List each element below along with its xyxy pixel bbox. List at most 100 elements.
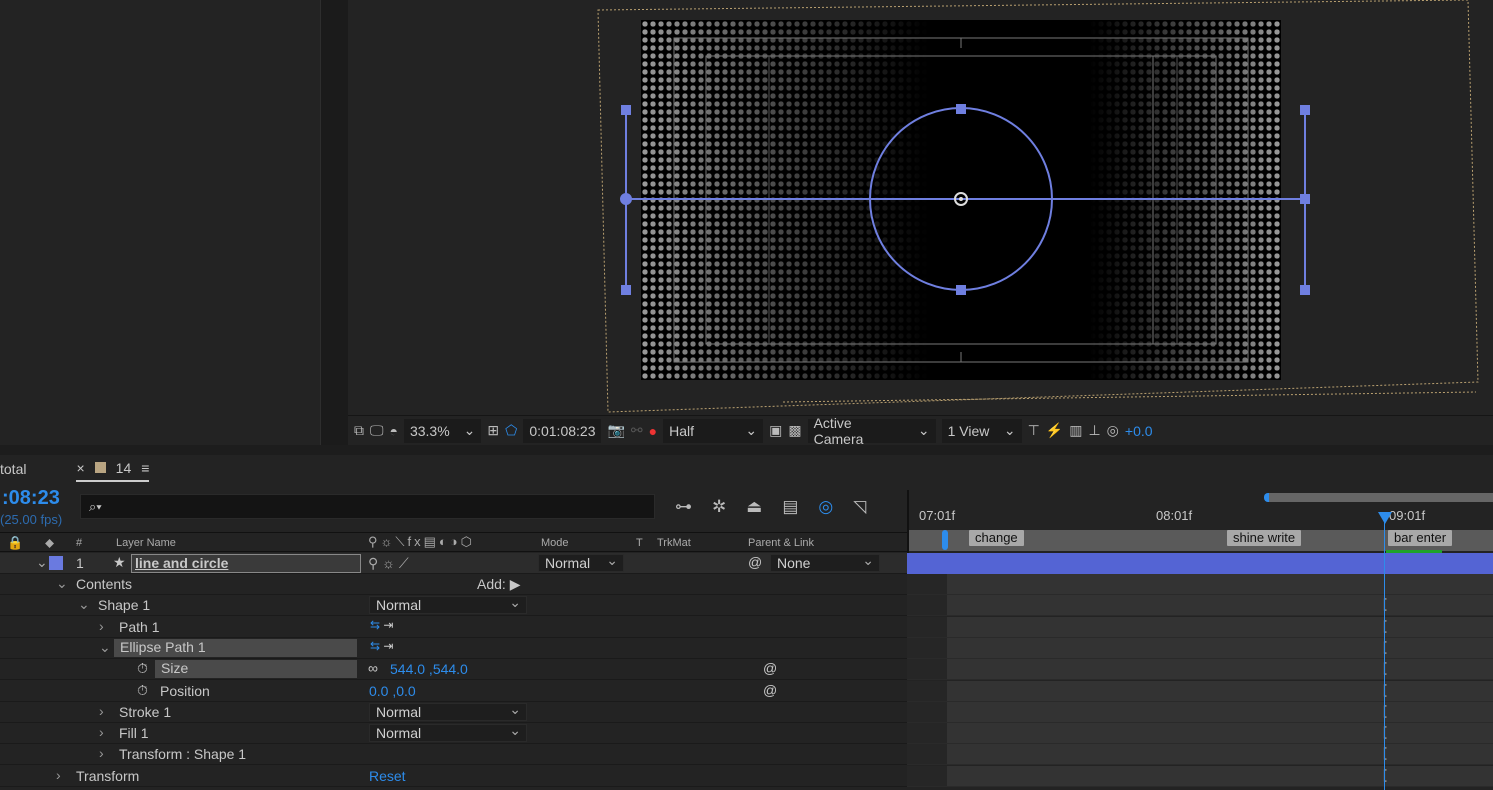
- property-value[interactable]: 544.0 ,544.0: [390, 661, 468, 677]
- property-row[interactable]: ⌄ Shape 1 Normal: [0, 594, 907, 617]
- add-button[interactable]: Add: ▶: [477, 576, 520, 593]
- lock-icon[interactable]: 🔒: [7, 535, 23, 551]
- shy-layers-icon[interactable]: ⏏: [746, 497, 762, 517]
- layer-switches[interactable]: ⚲ ☼ ⟋: [368, 555, 409, 572]
- frame-blending-icon[interactable]: ▤: [782, 497, 798, 517]
- property-row[interactable]: › Transform : Shape 1: [0, 744, 907, 766]
- blend-mode-dropdown[interactable]: Normal: [369, 722, 527, 743]
- chevron-right-icon[interactable]: ›: [99, 618, 104, 634]
- property-track[interactable]: [: [907, 637, 1493, 659]
- property-track[interactable]: [: [907, 744, 1493, 766]
- mask-icon[interactable]: ◓: [390, 423, 398, 439]
- camera-dropdown[interactable]: Active Camera ⌄: [807, 415, 936, 447]
- fast-previews-icon[interactable]: ▣: [769, 422, 782, 439]
- property-row[interactable]: › Path 1 ⇆ ⇥: [0, 616, 907, 638]
- layer-color-label[interactable]: [49, 556, 63, 570]
- column-t[interactable]: T: [636, 537, 643, 549]
- layer-name-field[interactable]: line and circle: [131, 554, 361, 573]
- checkerboard-icon[interactable]: ▩: [788, 422, 801, 439]
- blend-mode-dropdown[interactable]: Normal: [369, 701, 527, 721]
- property-track[interactable]: [: [907, 723, 1493, 745]
- property-row[interactable]: ⏱ Size ∞ 544.0 ,544.0 @: [0, 659, 907, 681]
- close-icon[interactable]: ×: [76, 460, 84, 476]
- path-direction-icons[interactable]: ⇆ ⇥: [370, 618, 393, 632]
- work-area-start[interactable]: [942, 530, 948, 550]
- layer-duration-bar[interactable]: [907, 553, 1493, 574]
- column-trkmat[interactable]: TrkMat: [657, 537, 691, 549]
- monitor-icon[interactable]: 🖵: [370, 422, 384, 439]
- flowchart-icon[interactable]: ⊥: [1088, 422, 1100, 439]
- chevron-right-icon[interactable]: ›: [99, 703, 104, 719]
- current-time[interactable]: :08:23: [2, 487, 60, 510]
- marker[interactable]: shine write: [1227, 530, 1302, 546]
- resolution-dropdown[interactable]: Half ⌄: [663, 418, 764, 443]
- chevron-right-icon[interactable]: ›: [99, 745, 104, 761]
- constrain-proportions-link-icon[interactable]: ∞: [368, 660, 378, 676]
- pick-whip-icon[interactable]: @: [763, 682, 777, 698]
- composition-viewer[interactable]: [348, 0, 1493, 415]
- property-track[interactable]: [: [907, 701, 1493, 723]
- timeline-icon[interactable]: ▥: [1069, 422, 1082, 439]
- toggle-pixel-aspect-icon[interactable]: ⊤: [1028, 422, 1040, 439]
- property-row[interactable]: › Transform Reset: [0, 765, 907, 787]
- comp-flowchart-icon[interactable]: ⊶: [675, 497, 692, 517]
- marker[interactable]: bar enter: [1388, 530, 1453, 546]
- chevron-down-icon[interactable]: ⌄: [99, 639, 111, 656]
- region-of-interest-icon[interactable]: ⊞: [487, 422, 499, 439]
- layer-mode-dropdown[interactable]: Normal: [538, 552, 624, 572]
- property-track[interactable]: [: [907, 616, 1493, 638]
- exposure-value[interactable]: +0.0: [1125, 423, 1153, 439]
- chevron-right-icon[interactable]: ›: [99, 724, 104, 740]
- pick-whip-icon[interactable]: @: [763, 660, 777, 676]
- shape-layer-handles[interactable]: [348, 0, 1493, 415]
- property-track[interactable]: [: [907, 680, 1493, 702]
- draft-3d-icon[interactable]: ✲: [712, 497, 726, 517]
- color-channels-icon[interactable]: ●: [649, 423, 657, 439]
- snapshot-layers-icon[interactable]: ⧉: [354, 422, 364, 439]
- timecode-field[interactable]: 0:01:08:23: [523, 418, 602, 443]
- column-mode[interactable]: Mode: [541, 537, 569, 549]
- views-dropdown[interactable]: 1 View ⌄: [941, 418, 1022, 443]
- panel-divider[interactable]: [320, 0, 348, 445]
- tab-14[interactable]: × 14 ≡: [76, 456, 150, 482]
- stopwatch-icon[interactable]: ⏱: [137, 660, 148, 677]
- chevron-down-icon[interactable]: ⌄: [56, 575, 68, 592]
- graph-editor-icon[interactable]: ◹: [853, 497, 866, 517]
- path-direction-icons[interactable]: ⇆ ⇥: [370, 639, 393, 653]
- chevron-right-icon[interactable]: ›: [56, 767, 61, 783]
- column-parent[interactable]: Parent & Link: [748, 537, 814, 549]
- reset-link[interactable]: Reset: [369, 768, 406, 784]
- search-input[interactable]: ⌕▾: [80, 494, 655, 519]
- fast-draft-icon[interactable]: ⚡: [1046, 422, 1063, 439]
- marker[interactable]: change: [969, 530, 1024, 546]
- expand-chevron-icon[interactable]: ⌄: [36, 554, 48, 571]
- tab-total[interactable]: total: [0, 461, 26, 477]
- zoom-dropdown[interactable]: 33.3% ⌄: [403, 418, 482, 443]
- property-row[interactable]: ⌄ Contents Add: ▶: [0, 574, 907, 595]
- property-track[interactable]: [: [907, 595, 1493, 617]
- pick-whip-icon[interactable]: @: [748, 554, 762, 570]
- property-track[interactable]: [907, 574, 1493, 595]
- motion-blur-icon[interactable]: ◎: [818, 497, 833, 517]
- work-area-navigator[interactable]: [1264, 493, 1493, 502]
- property-row[interactable]: › Fill 1 Normal: [0, 722, 907, 745]
- chevron-down-icon[interactable]: ⌄: [78, 596, 90, 613]
- column-num[interactable]: #: [76, 537, 82, 549]
- label-icon[interactable]: ⬥: [45, 535, 54, 551]
- property-track[interactable]: [: [907, 765, 1493, 787]
- camera-snapshot-icon[interactable]: 📷: [607, 422, 624, 439]
- property-row[interactable]: › Stroke 1 Normal: [0, 701, 907, 723]
- property-track[interactable]: [: [907, 659, 1493, 681]
- stopwatch-icon[interactable]: ⏱: [137, 682, 148, 699]
- layer-row[interactable]: ⌄ 1 ★ line and circle ⚲ ☼ ⟋ Normal @ Non…: [0, 552, 907, 574]
- reset-exposure-icon[interactable]: ◎: [1107, 422, 1119, 439]
- show-snapshot-icon[interactable]: ⚯: [631, 422, 643, 439]
- transparency-grid-icon[interactable]: ⬠: [505, 422, 517, 439]
- parent-dropdown[interactable]: None: [770, 552, 880, 572]
- current-time-indicator[interactable]: [1384, 513, 1385, 790]
- property-value[interactable]: 0.0 ,0.0: [369, 683, 416, 699]
- playhead-handle[interactable]: [1378, 512, 1392, 524]
- menu-icon[interactable]: ≡: [141, 460, 149, 476]
- column-layer-name[interactable]: Layer Name: [116, 537, 176, 549]
- property-row[interactable]: ⌄ Ellipse Path 1 ⇆ ⇥: [0, 637, 907, 659]
